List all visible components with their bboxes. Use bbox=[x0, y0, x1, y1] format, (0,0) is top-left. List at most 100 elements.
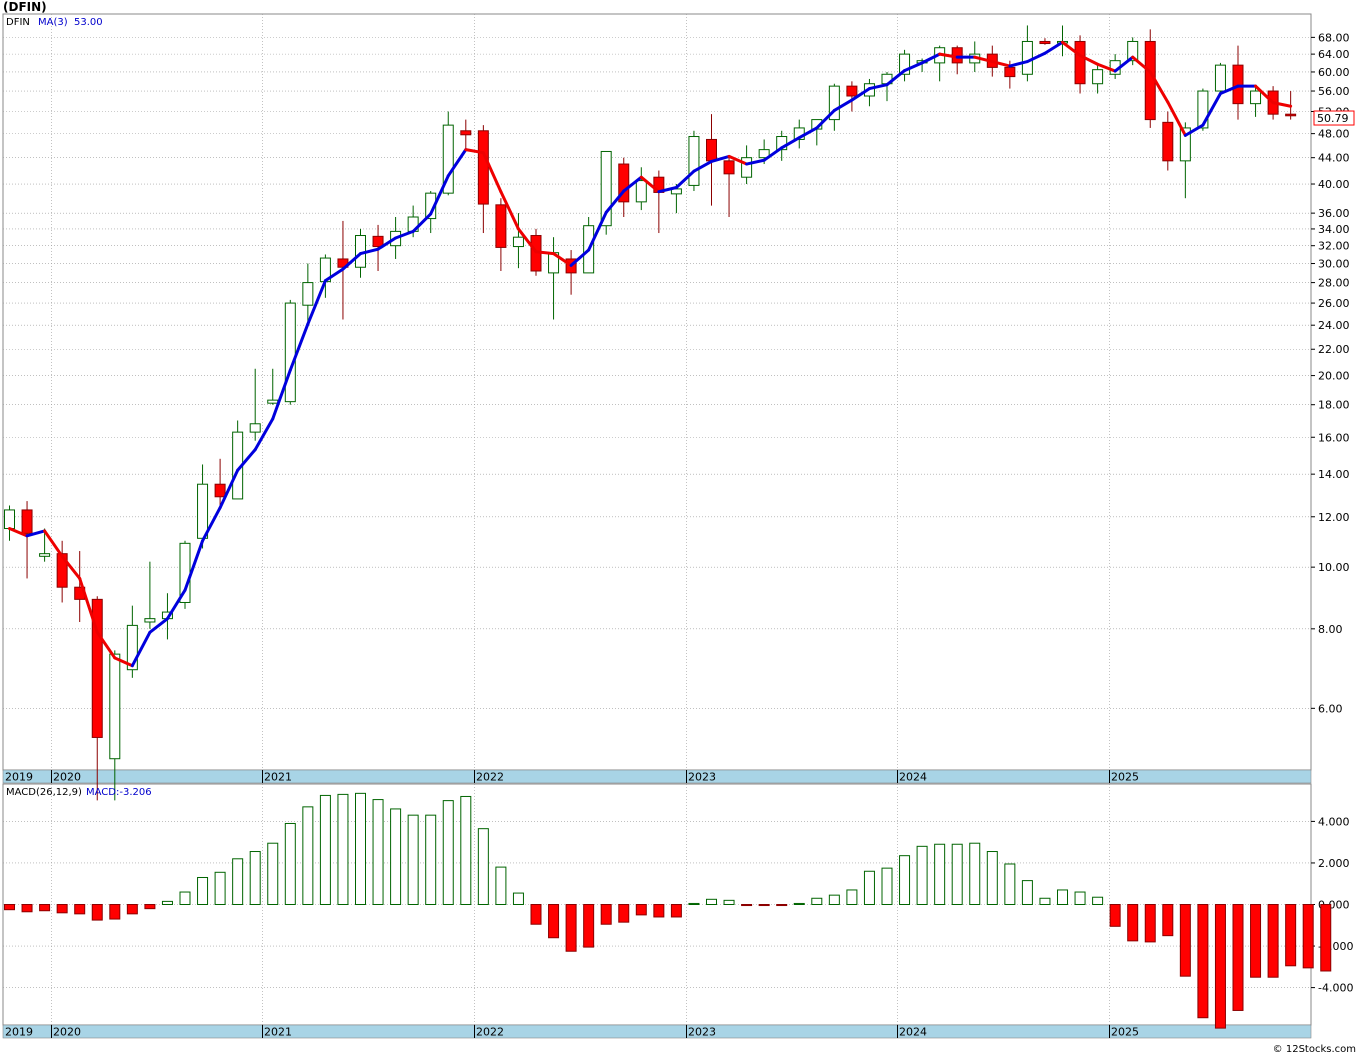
macd-bar bbox=[1232, 904, 1244, 1011]
candle-body bbox=[688, 136, 700, 186]
candle-body bbox=[846, 85, 858, 97]
candle-body bbox=[741, 157, 753, 178]
macd-bar bbox=[1021, 880, 1033, 906]
macd-bar bbox=[1285, 904, 1297, 967]
macd-bar bbox=[495, 866, 507, 906]
macd-bar bbox=[565, 904, 577, 952]
macd-bar bbox=[477, 828, 489, 905]
candle-body bbox=[1214, 64, 1226, 92]
y-tick-label: 22.00 bbox=[1318, 343, 1350, 356]
macd-bar bbox=[776, 904, 788, 907]
price-year-label: 2025 bbox=[1111, 771, 1139, 784]
candle-body bbox=[267, 399, 279, 404]
macd-bar bbox=[1092, 896, 1104, 906]
macd-year-label: 2025 bbox=[1111, 1026, 1139, 1039]
y-tick-label: 12.00 bbox=[1318, 511, 1350, 524]
candle-body bbox=[1232, 64, 1244, 105]
macd-bar bbox=[337, 793, 349, 906]
y-tick-label: 64.00 bbox=[1318, 48, 1350, 61]
y-tick-label: 10.00 bbox=[1318, 561, 1350, 574]
macd-bar bbox=[21, 904, 33, 913]
last-price-label: 50.79 bbox=[1317, 112, 1349, 125]
macd-bar bbox=[618, 904, 630, 923]
macd-bar bbox=[653, 904, 665, 918]
candle-body bbox=[249, 423, 261, 433]
candle-body bbox=[512, 236, 524, 248]
legend-ma-label: MA(3) bbox=[38, 17, 68, 28]
macd-bar bbox=[1004, 863, 1016, 905]
candle-body bbox=[1021, 40, 1033, 75]
macd-bar bbox=[635, 904, 647, 916]
macd-bar bbox=[934, 843, 946, 905]
macd-bar bbox=[372, 799, 384, 906]
y-tick-label: 48.00 bbox=[1318, 128, 1350, 141]
macd-bar bbox=[302, 806, 314, 906]
price-year-label: 2020 bbox=[53, 771, 81, 784]
macd-bar bbox=[1214, 904, 1226, 1029]
macd-bar bbox=[1109, 904, 1121, 927]
candle-body bbox=[1250, 90, 1262, 105]
y-tick-label: 14.00 bbox=[1318, 468, 1350, 481]
macd-tick-label: 4.000 bbox=[1318, 815, 1350, 828]
price-year-label: 2023 bbox=[688, 771, 716, 784]
macd-bar bbox=[355, 792, 366, 905]
macd-tick-label: -4.000 bbox=[1318, 982, 1353, 995]
macd-bar bbox=[899, 855, 911, 905]
macd-bar bbox=[1039, 897, 1051, 905]
macd-bar bbox=[197, 876, 209, 906]
macd-bar bbox=[56, 904, 68, 914]
candle-body bbox=[1074, 40, 1086, 85]
macd-bar bbox=[741, 904, 753, 907]
y-tick-label: 44.00 bbox=[1318, 152, 1350, 165]
macd-bar bbox=[4, 904, 15, 911]
macd-bar bbox=[1320, 904, 1332, 972]
macd-year-label: 2021 bbox=[264, 1026, 292, 1039]
macd-bar bbox=[1179, 904, 1191, 977]
price-year-label: 2024 bbox=[899, 771, 927, 784]
y-tick-label: 16.00 bbox=[1318, 431, 1350, 444]
candle-body bbox=[723, 160, 735, 175]
macd-tick-label: 2.000 bbox=[1318, 857, 1350, 870]
y-tick-label: 6.00 bbox=[1318, 702, 1343, 715]
macd-bar bbox=[600, 904, 612, 925]
ma3-segment bbox=[534, 250, 556, 256]
price-year-label: 2022 bbox=[476, 771, 504, 784]
candle-body bbox=[214, 483, 226, 498]
macd-bar bbox=[91, 904, 103, 921]
y-tick-label: 8.00 bbox=[1318, 623, 1343, 636]
y-tick-label: 30.00 bbox=[1318, 258, 1350, 271]
y-tick-label: 36.00 bbox=[1318, 207, 1350, 220]
macd-year-label: 2024 bbox=[899, 1026, 927, 1039]
candle-body bbox=[197, 483, 209, 539]
macd-bar bbox=[1057, 889, 1068, 906]
macd-bar bbox=[846, 889, 858, 906]
macd-bar bbox=[1197, 904, 1209, 1019]
y-tick-label: 60.00 bbox=[1318, 66, 1350, 79]
chart-svg: 6.00 8.00 10.00 12.00 14.00 16.00 18.00 20.00 22… bbox=[2, 13, 1355, 1039]
macd-bar bbox=[1250, 904, 1262, 978]
macd-bar bbox=[144, 904, 156, 910]
macd-bar bbox=[1302, 904, 1314, 969]
macd-bar bbox=[881, 867, 893, 905]
macd-bar bbox=[319, 794, 331, 905]
candle-body bbox=[460, 130, 472, 136]
macd-bar bbox=[1162, 904, 1174, 937]
macd-bar bbox=[916, 845, 928, 905]
macd-bar bbox=[284, 822, 296, 905]
macd-bar bbox=[530, 904, 542, 925]
macd-bar bbox=[863, 870, 875, 905]
macd-bar bbox=[109, 904, 121, 920]
macd-bar bbox=[442, 800, 454, 905]
macd-bar bbox=[723, 899, 735, 906]
macd-bar bbox=[828, 894, 840, 906]
macd-bar bbox=[1127, 904, 1139, 942]
macd-bar bbox=[512, 892, 524, 906]
candle-body bbox=[1162, 121, 1174, 162]
macd-bar bbox=[951, 843, 963, 905]
macd-bar bbox=[1074, 891, 1086, 906]
macd-bar bbox=[460, 795, 472, 905]
macd-bar bbox=[267, 842, 279, 905]
y-tick-label: 56.00 bbox=[1318, 85, 1350, 98]
macd-bar bbox=[583, 904, 595, 948]
candle-body bbox=[706, 138, 717, 162]
